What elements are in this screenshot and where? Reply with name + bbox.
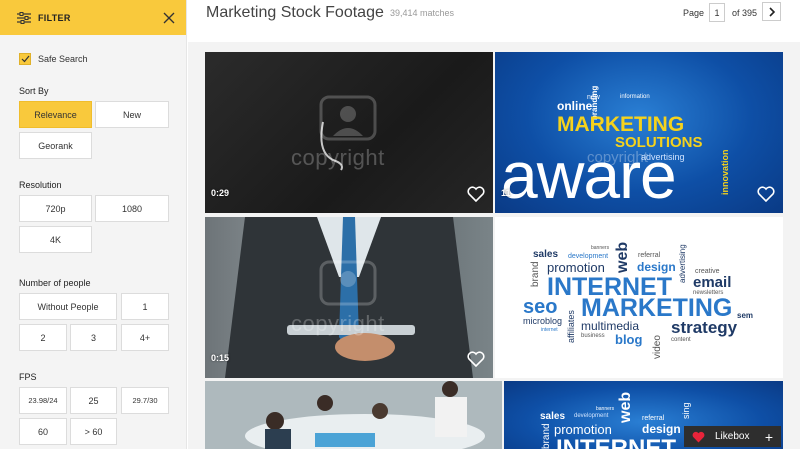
watermark-camera-icon [319, 95, 377, 171]
page-label: Page [683, 8, 705, 18]
video-duration: 0:29 [211, 188, 230, 198]
resolution-720p-button[interactable]: 720p [19, 195, 92, 222]
cloud-word: strategy [671, 318, 738, 337]
sort-by-label: Sort By [19, 86, 49, 96]
sort-new-button[interactable]: New [95, 101, 169, 128]
cloud-word: design [637, 260, 676, 274]
cloud-word: advertising [678, 244, 687, 283]
cloud-word: innovation [720, 149, 730, 196]
cloud-word: internet [541, 327, 558, 333]
video-duration: 0:15 [211, 353, 230, 363]
cloud-word: blog [615, 332, 643, 347]
page-title: Marketing Stock Footage [206, 4, 384, 21]
cloud-word: referral [642, 415, 665, 422]
resolution-1080-button[interactable]: 1080 [95, 195, 169, 222]
cloud-word: brand [541, 423, 552, 449]
resolution-4k-button[interactable]: 4K [19, 226, 92, 253]
cloud-word: multimedia [581, 319, 640, 333]
watermark-text: copyright [291, 145, 385, 170]
cloud-word: INTERNET [556, 435, 676, 449]
resolution-label: Resolution [19, 180, 62, 190]
cloud-word: design [642, 422, 681, 436]
cloud-word: video [652, 335, 663, 359]
people-1-button[interactable]: 1 [121, 293, 169, 320]
heart-icon[interactable] [467, 186, 485, 202]
match-count: 39,414 matches [390, 8, 455, 18]
heart-icon[interactable] [467, 351, 485, 367]
filter-title: FILTER [38, 12, 71, 23]
video-thumbnail[interactable]: sales banners development web referral a… [495, 217, 783, 378]
page-total: of 395 [732, 8, 758, 18]
cloud-word: email [693, 274, 732, 291]
businessman-illustration [225, 217, 473, 378]
people-2-button[interactable]: 2 [19, 324, 67, 351]
sort-georank-button[interactable]: Georank [19, 132, 92, 159]
video-thumbnail[interactable]: branding new information online MARKETIN… [495, 52, 783, 213]
people-label: Number of people [19, 278, 91, 288]
cloud-word: web [617, 391, 634, 423]
close-icon[interactable] [162, 11, 176, 25]
cloud-word: sem [737, 311, 754, 320]
fps-24-button[interactable]: 23.98/24 [19, 387, 67, 414]
cloud-word: development [574, 413, 609, 419]
filter-header: FILTER [0, 0, 186, 35]
video-thumbnail[interactable] [205, 381, 502, 449]
safe-search-label: Safe Search [38, 54, 88, 64]
cloud-word: online [557, 99, 593, 113]
fps-label: FPS [19, 372, 37, 382]
chevron-right-icon [768, 6, 775, 17]
cloud-word: sales [533, 249, 559, 260]
safe-search-toggle[interactable]: Safe Search [19, 53, 88, 65]
likebox-label: Likebox [715, 431, 750, 442]
cloud-word: seo [523, 296, 558, 318]
fps-30-button[interactable]: 29.7/30 [121, 387, 169, 414]
meeting-illustration [205, 381, 502, 449]
heart-icon[interactable] [757, 186, 775, 202]
people-3-button[interactable]: 3 [70, 324, 117, 351]
cloud-word: content [671, 337, 691, 343]
filter-sidebar: FILTER Safe Search Sort By Relevance New… [0, 0, 187, 449]
video-duration: 11 [501, 188, 511, 198]
cloud-word: banners [591, 245, 610, 251]
likebox-button[interactable]: Likebox + [684, 426, 781, 447]
cloud-word: business [581, 333, 605, 339]
plus-icon[interactable]: + [765, 429, 773, 445]
cloud-word: MARKETING [557, 113, 685, 136]
fps-over-60-button[interactable]: > 60 [70, 418, 117, 445]
sliders-icon [17, 11, 31, 24]
fps-25-button[interactable]: 25 [70, 387, 117, 414]
cloud-word: referral [638, 252, 661, 259]
video-thumbnail[interactable]: copyright 0:29 [205, 52, 493, 213]
cloud-word: development [568, 253, 609, 260]
cloud-word: affiliates [566, 310, 576, 343]
checkbox-checked-icon[interactable] [19, 53, 31, 65]
people-none-button[interactable]: Without People [19, 293, 117, 320]
cloud-word: microblog [523, 316, 563, 326]
cloud-word: sales [540, 411, 566, 422]
cloud-word: banners [596, 406, 615, 412]
fps-60-button[interactable]: 60 [19, 418, 67, 445]
heart-filled-icon [692, 431, 705, 442]
watermark-text: copyright [291, 311, 385, 336]
video-thumbnail[interactable]: copyright 0:15 [205, 217, 493, 378]
next-page-button[interactable] [762, 2, 781, 21]
cloud-word: web [614, 241, 631, 273]
people-4plus-button[interactable]: 4+ [121, 324, 169, 351]
cloud-word: information [620, 94, 650, 100]
watermark-text: copyright [587, 149, 648, 166]
cloud-word: sing [681, 402, 691, 419]
sort-relevance-button[interactable]: Relevance [19, 101, 92, 128]
page-number-input[interactable]: 1 [709, 3, 725, 22]
cloud-word: brand [530, 261, 541, 287]
